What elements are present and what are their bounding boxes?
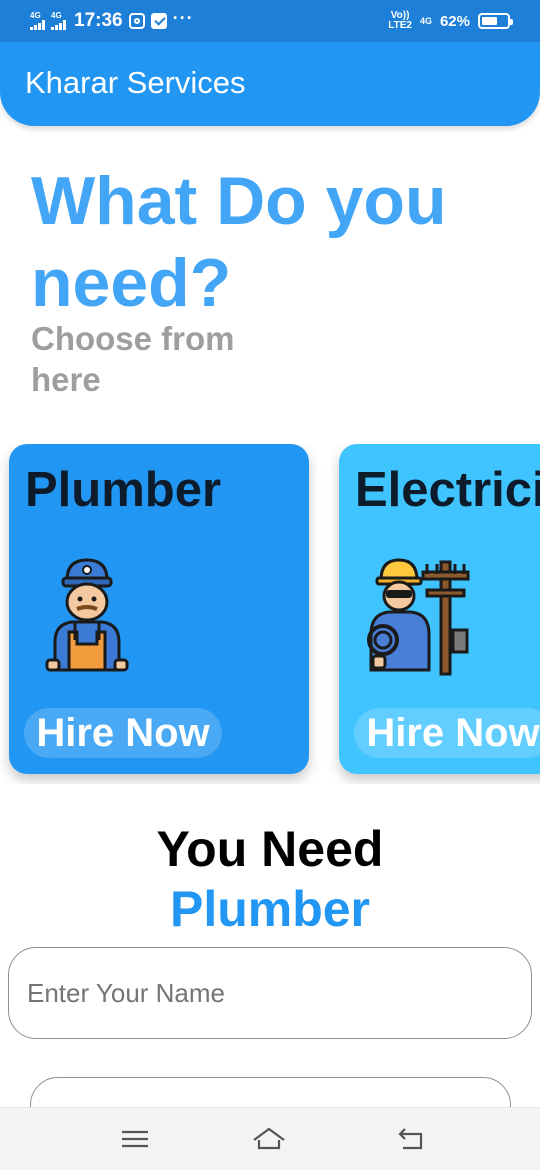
data-network-icon: 4G [419, 15, 432, 26]
back-icon[interactable] [395, 1124, 429, 1154]
status-time: 17:36 [74, 10, 123, 31]
system-nav-bar [0, 1107, 540, 1170]
service-carousel[interactable]: Plumber Hire Now Electrician [0, 444, 540, 784]
signal-icon: 4G [51, 12, 66, 30]
instagram-icon [128, 13, 145, 29]
battery-icon [478, 13, 513, 29]
app-title: Kharar Services [25, 65, 246, 100]
service-card-title: Electrician [355, 463, 540, 517]
volte-icon: Vo)) LTE2 [388, 10, 412, 31]
service-card-electrician[interactable]: Electrician Hire Now [339, 444, 540, 774]
selected-service: Plumber [169, 881, 371, 937]
selection-label: You Need [156, 821, 384, 877]
overflow-icon: ··· [172, 7, 194, 28]
status-bar: 4G 4G 17:36 ··· Vo)) LTE2 4G 62% [0, 0, 540, 42]
name-field[interactable] [8, 947, 532, 1039]
electrician-icon [367, 558, 470, 676]
mail-icon [150, 13, 167, 29]
menu-icon[interactable] [118, 1124, 152, 1154]
signal-icon: 4G [30, 12, 45, 30]
page-subtitle: Choose from here [31, 320, 235, 398]
plumber-icon [45, 558, 129, 672]
battery-percent: 62% [439, 12, 470, 30]
page-title: What Do you need? [31, 163, 447, 321]
service-card-plumber[interactable]: Plumber Hire Now [9, 444, 309, 774]
service-card-title: Plumber [25, 463, 222, 517]
app-bar: Kharar Services [0, 42, 540, 126]
hire-now-button[interactable]: Hire Now [24, 708, 222, 758]
name-input[interactable] [27, 968, 507, 1018]
hire-now-button[interactable]: Hire Now [354, 708, 540, 758]
home-icon[interactable] [252, 1124, 286, 1154]
